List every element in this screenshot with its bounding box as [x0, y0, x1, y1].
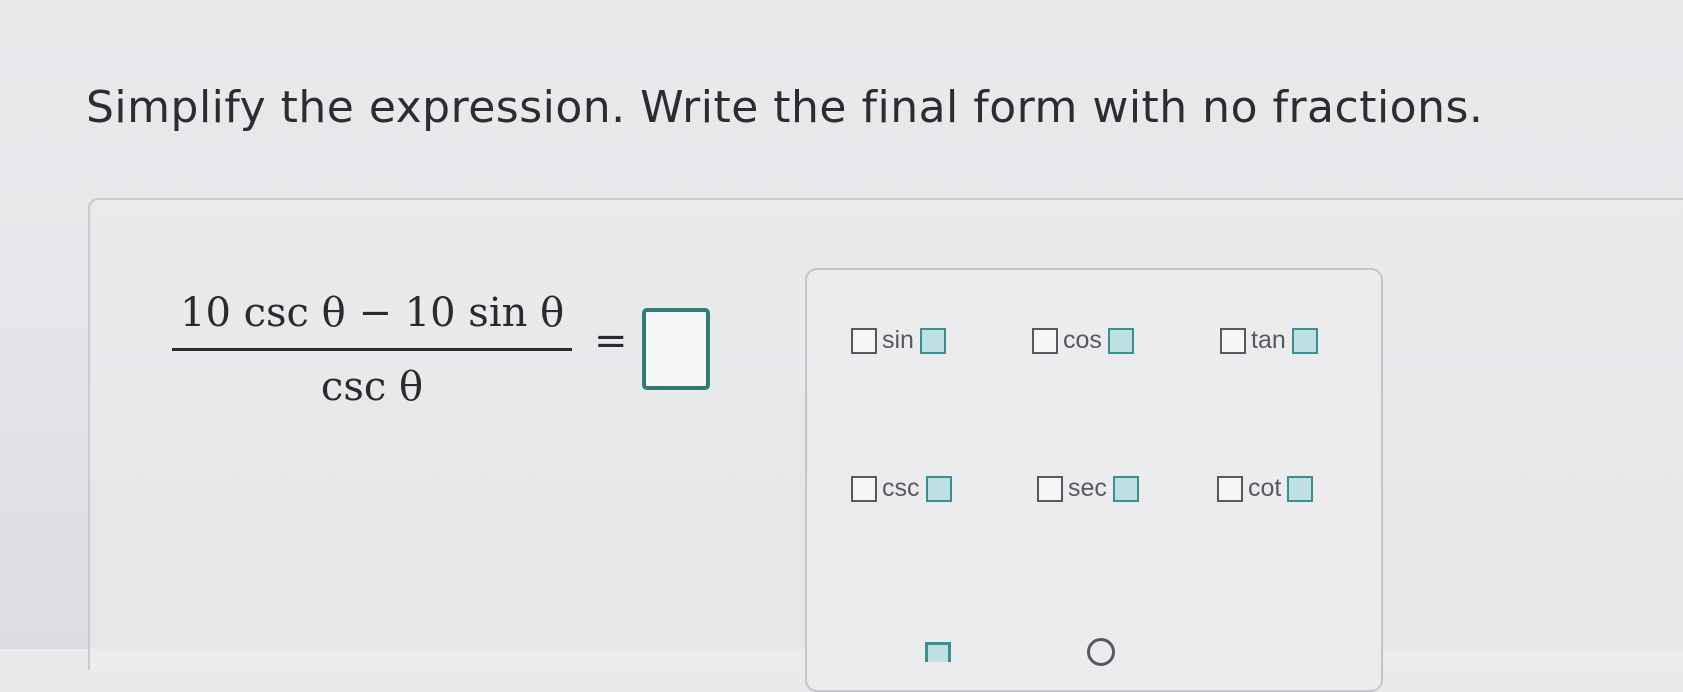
argument-slot: [919, 327, 946, 354]
fraction-numerator: 10 csc θ − 10 sin θ: [180, 290, 565, 336]
function-label: sin: [882, 326, 914, 354]
coefficient-slot: [1220, 327, 1246, 354]
function-label: cos: [1063, 326, 1102, 354]
function-label: csc: [882, 474, 920, 502]
function-label: cot: [1248, 474, 1282, 502]
palette-sin-button[interactable]: sin: [851, 326, 946, 355]
function-label: sec: [1068, 474, 1107, 502]
function-palette: sin cos tan csc sec cot: [805, 268, 1383, 692]
coefficient-slot: [851, 327, 877, 354]
argument-slot: [1107, 327, 1134, 354]
palette-cot-button[interactable]: cot: [1217, 474, 1314, 503]
fraction-denominator: csc θ: [320, 364, 424, 410]
argument-slot: [925, 475, 952, 502]
function-label: tan: [1251, 326, 1286, 354]
palette-csc-button[interactable]: csc: [851, 474, 952, 503]
partial-palette-button[interactable]: [925, 642, 951, 662]
argument-slot: [1112, 475, 1139, 502]
equals-sign: =: [594, 318, 628, 364]
palette-sec-button[interactable]: sec: [1037, 474, 1139, 503]
answer-input-box[interactable]: [642, 308, 710, 390]
argument-slot: [1291, 327, 1318, 354]
partial-palette-button[interactable]: [1087, 638, 1115, 666]
palette-tan-button[interactable]: tan: [1220, 326, 1318, 355]
coefficient-slot: [851, 475, 877, 502]
argument-slot: [1287, 475, 1314, 502]
question-prompt: Simplify the expression. Write the final…: [86, 82, 1484, 133]
coefficient-slot: [1217, 475, 1243, 502]
fraction-bar: [172, 348, 572, 351]
coefficient-slot: [1037, 475, 1063, 502]
coefficient-slot: [1032, 327, 1058, 354]
palette-cos-button[interactable]: cos: [1032, 326, 1134, 355]
